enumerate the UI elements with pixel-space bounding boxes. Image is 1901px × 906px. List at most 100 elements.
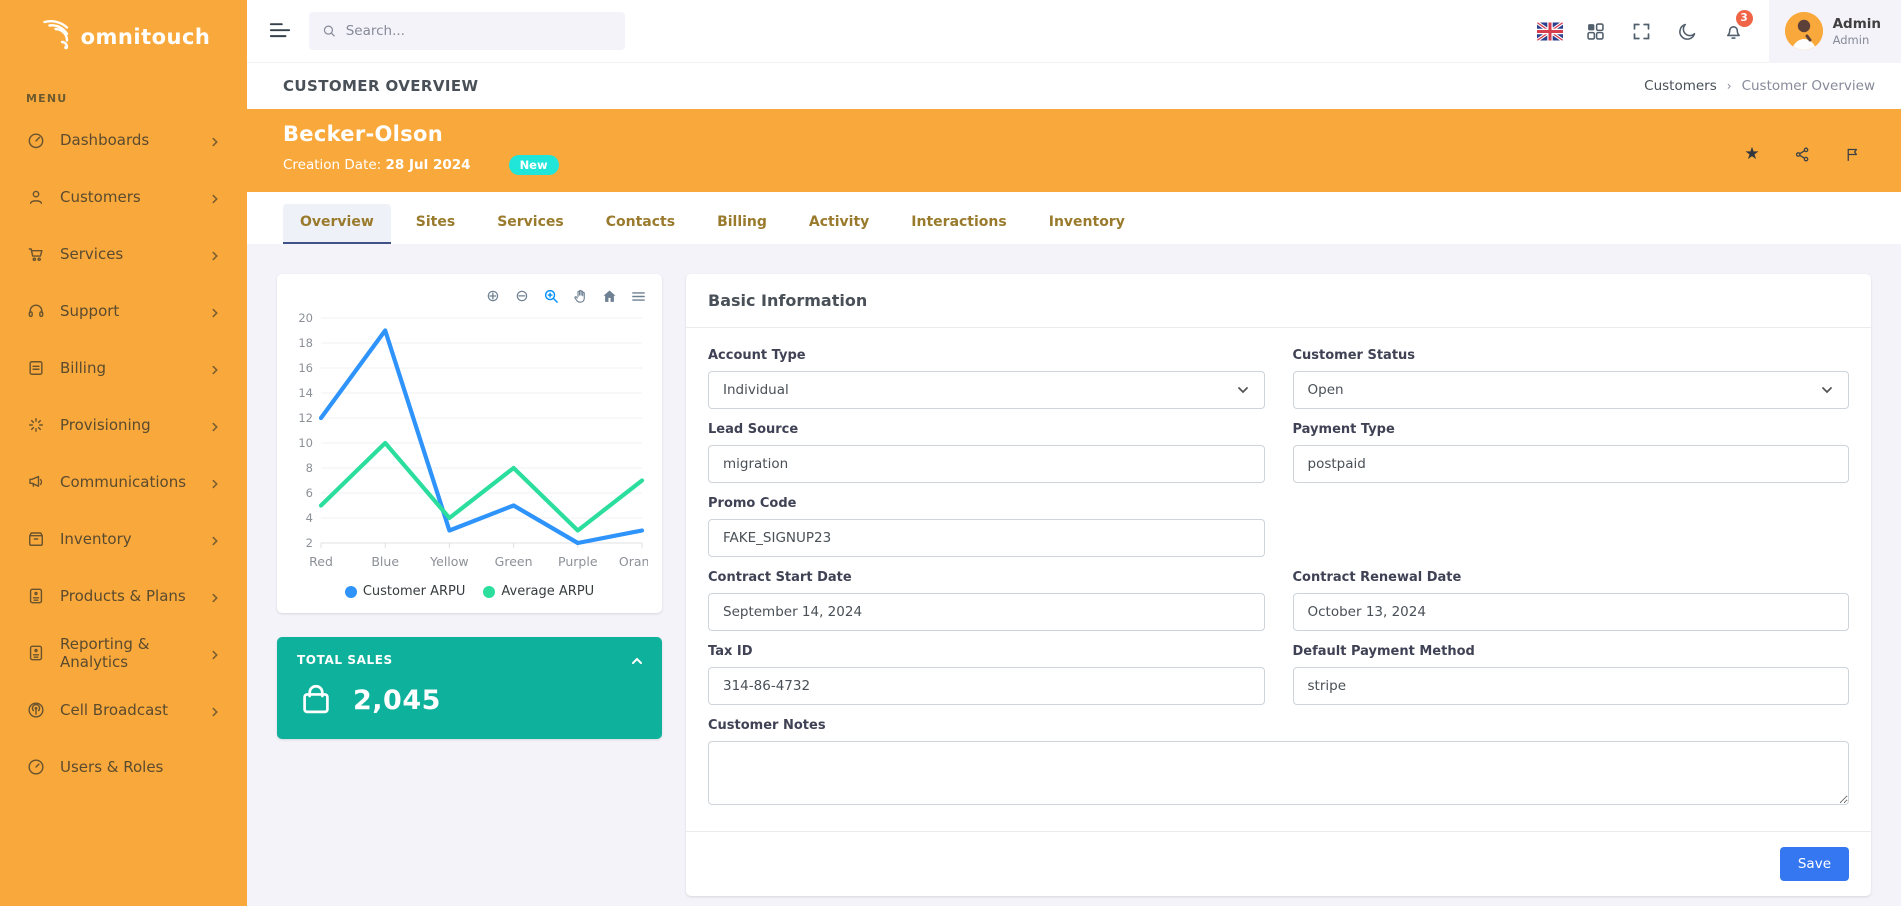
sidebar-item-support[interactable]: Support (0, 282, 247, 339)
chevron-up-icon[interactable] (630, 653, 644, 667)
legend-item[interactable]: Average ARPU (483, 584, 594, 599)
total-sales-value: 2,045 (353, 685, 441, 716)
wifi-arcs-icon (37, 16, 79, 58)
sidebar: omnitouch MENU Dashboards Customers Serv… (0, 0, 247, 906)
sidebar-item-label: Services (60, 245, 209, 263)
sidebar-item-label: Reporting & Analytics (60, 635, 209, 671)
chevron-down-icon (1820, 383, 1834, 397)
uk-flag-icon[interactable] (1527, 0, 1573, 63)
tab-contacts[interactable]: Contacts (589, 204, 692, 244)
tab-sites[interactable]: Sites (399, 204, 472, 244)
chevron-right-icon (209, 590, 221, 602)
payment-type-input[interactable] (1293, 445, 1850, 483)
sidebar-item-users-roles[interactable]: Users & Roles (0, 738, 247, 795)
sidebar-item-cell-broadcast[interactable]: Cell Broadcast (0, 681, 247, 738)
arpu-line-chart[interactable]: 2018161412108642RedBlueYellowGreenPurple… (291, 306, 648, 578)
left-column: ⊕ ⊖ (277, 274, 662, 896)
page-content: ⊕ ⊖ (247, 244, 1901, 906)
sidebar-item-reporting-analytics[interactable]: Reporting & Analytics (0, 624, 247, 681)
tab-interactions[interactable]: Interactions (894, 204, 1023, 244)
tab-services[interactable]: Services (480, 204, 581, 244)
sidebar-item-products-plans[interactable]: Products & Plans (0, 567, 247, 624)
hamburger-icon[interactable] (269, 21, 291, 41)
notification-badge: 3 (1736, 10, 1753, 27)
avatar (1785, 12, 1823, 50)
sidebar-item-inventory[interactable]: Inventory (0, 510, 247, 567)
search-bar (309, 12, 625, 50)
chart-toolbar: ⊕ ⊖ (291, 286, 648, 306)
sidebar-item-provisioning[interactable]: Provisioning (0, 396, 247, 453)
chevron-right-icon (209, 134, 221, 146)
user-menu[interactable]: Admin Admin (1769, 0, 1901, 63)
sidebar-item-label: Products & Plans (60, 587, 209, 605)
field-tax-id: Tax ID (708, 644, 1265, 705)
chevron-down-icon (1236, 383, 1250, 397)
tax-id-input[interactable] (708, 667, 1265, 705)
tab-overview[interactable]: Overview (283, 204, 391, 244)
tab-activity[interactable]: Activity (792, 204, 886, 244)
moon-icon[interactable] (1665, 0, 1711, 63)
customer-status-select[interactable]: Open (1293, 371, 1850, 409)
certificate-icon (26, 643, 46, 663)
pan-icon[interactable] (570, 286, 590, 306)
sidebar-item-dashboards[interactable]: Dashboards (0, 111, 247, 168)
customer-notes-textarea[interactable] (708, 741, 1849, 805)
lead-source-input[interactable] (708, 445, 1265, 483)
contract-start-date-input[interactable] (708, 593, 1265, 631)
svg-text:4: 4 (306, 511, 313, 525)
svg-text:Purple: Purple (558, 554, 598, 569)
main-area: 3 Admin Admin (247, 0, 1901, 906)
menu-icon[interactable] (628, 286, 648, 306)
sidebar-item-services[interactable]: Services (0, 225, 247, 282)
field-label: Customer Status (1293, 348, 1850, 363)
fullscreen-icon[interactable] (1619, 0, 1665, 63)
default-payment-method-input[interactable] (1293, 667, 1850, 705)
account-type-select[interactable]: Individual (708, 371, 1265, 409)
breadcrumb-parent[interactable]: Customers (1644, 78, 1717, 94)
sidebar-item-label: Inventory (60, 530, 209, 548)
field-label: Contract Renewal Date (1293, 570, 1850, 585)
contract-renewal-date-input[interactable] (1293, 593, 1850, 631)
bell-icon[interactable]: 3 (1711, 0, 1757, 63)
sidebar-item-label: Provisioning (60, 416, 209, 434)
star-icon[interactable]: ★ (1743, 145, 1761, 163)
sidebar-item-label: Customers (60, 188, 209, 206)
page-header: CUSTOMER OVERVIEW Customers › Customer O… (247, 63, 1901, 109)
zoom-in-icon[interactable]: ⊕ (483, 286, 503, 306)
chevron-right-icon (209, 305, 221, 317)
page-title: CUSTOMER OVERVIEW (283, 77, 478, 95)
flag-icon[interactable] (1843, 145, 1861, 163)
svg-text:16: 16 (298, 361, 313, 375)
share-icon[interactable] (1793, 145, 1811, 163)
topbar: 3 Admin Admin (247, 0, 1901, 63)
promo-code-input[interactable] (708, 519, 1265, 557)
broadcast-icon (26, 700, 46, 720)
zoom-out-icon[interactable]: ⊖ (512, 286, 532, 306)
chart-legend: Customer ARPU Average ARPU (291, 584, 648, 603)
field-label: Tax ID (708, 644, 1265, 659)
tab-billing[interactable]: Billing (700, 204, 784, 244)
home-icon[interactable] (599, 286, 619, 306)
chevron-right-icon (209, 362, 221, 374)
grid-spacer (1293, 496, 1850, 557)
breadcrumb: Customers › Customer Overview (1644, 78, 1875, 94)
sidebar-item-billing[interactable]: Billing (0, 339, 247, 396)
card-footer: Save (686, 831, 1871, 896)
cart-icon (26, 244, 46, 264)
chevron-right-icon (209, 533, 221, 545)
app-logo[interactable]: omnitouch (0, 0, 247, 74)
legend-label: Customer ARPU (363, 584, 466, 599)
sidebar-item-customers[interactable]: Customers (0, 168, 247, 225)
legend-item[interactable]: Customer ARPU (345, 584, 466, 599)
field-label: Customer Notes (708, 718, 1849, 733)
sidebar-item-communications[interactable]: Communications (0, 453, 247, 510)
selection-zoom-icon[interactable] (541, 286, 561, 306)
status-badge: New (509, 155, 559, 175)
svg-text:Red: Red (309, 554, 333, 569)
chevron-right-icon (209, 248, 221, 260)
grid-icon[interactable] (1573, 0, 1619, 63)
tab-inventory[interactable]: Inventory (1032, 204, 1142, 244)
search-input[interactable] (346, 23, 612, 39)
save-button[interactable]: Save (1780, 847, 1849, 881)
headset-icon (26, 301, 46, 321)
